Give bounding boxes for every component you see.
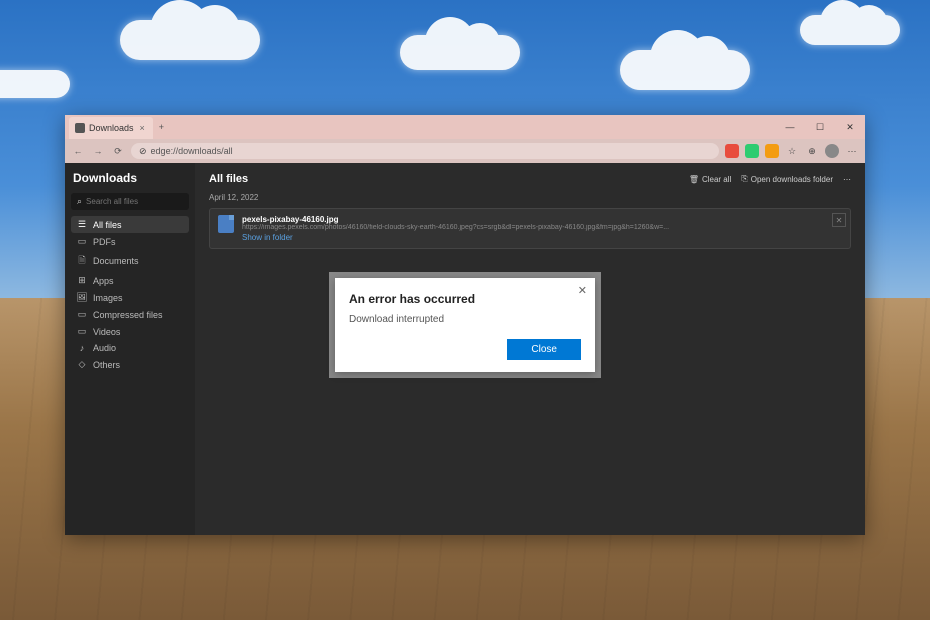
main-title: All files — [209, 173, 248, 185]
tab-title: Downloads — [89, 123, 134, 133]
menu-button[interactable]: ⋯ — [845, 144, 859, 158]
extension-icon[interactable] — [765, 144, 779, 158]
all-files-icon: ☰ — [77, 219, 87, 230]
sidebar-item-label: Others — [93, 360, 120, 370]
file-icon — [218, 215, 234, 233]
cloud-decoration — [120, 20, 260, 60]
trash-icon: 🗑 — [689, 175, 699, 184]
dialog-close-icon[interactable]: ✕ — [578, 284, 587, 297]
refresh-button[interactable]: ⟳ — [111, 144, 125, 158]
clear-all-button[interactable]: 🗑 Clear all — [689, 175, 732, 184]
cloud-decoration — [400, 35, 520, 70]
minimize-button[interactable]: — — [775, 115, 805, 139]
download-item[interactable]: pexels-pixabay-46160.jpg https://images.… — [209, 208, 851, 249]
open-folder-icon: ⎘ — [741, 174, 747, 184]
compressed-files-icon: ▭ — [77, 309, 87, 320]
sidebar-item-label: Videos — [93, 327, 120, 337]
sidebar: Downloads ⌕ ☰ All files ▭ PDFs 🗎 Documents ⊞ Ap… — [65, 163, 195, 535]
error-dialog: ✕ An error has occurred Download interru… — [335, 278, 595, 372]
dialog-body: ✕ An error has occurred Download interru… — [335, 278, 595, 372]
open-downloads-folder-button[interactable]: ⎘ Open downloads folder — [741, 174, 833, 184]
cloud-decoration — [620, 50, 750, 90]
dialog-close-button[interactable]: Close — [507, 339, 581, 360]
close-tab-icon[interactable]: × — [138, 123, 147, 133]
close-window-button[interactable]: ✕ — [835, 115, 865, 139]
collections-icon[interactable]: ⊕ — [805, 144, 819, 158]
sidebar-item-others[interactable]: ◇ Others — [71, 356, 189, 373]
sidebar-item-compressed-files[interactable]: ▭ Compressed files — [71, 306, 189, 323]
download-icon — [75, 123, 85, 133]
download-url: https://images.pexels.com/photos/46160/f… — [242, 224, 842, 231]
show-in-folder-link[interactable]: Show in folder — [242, 233, 842, 242]
cloud-decoration — [800, 15, 900, 45]
remove-download-button[interactable]: ✕ — [832, 213, 846, 227]
apps-icon: ⊞ — [77, 275, 87, 286]
search-input[interactable] — [86, 197, 196, 206]
extension-icon[interactable] — [745, 144, 759, 158]
others-icon: ◇ — [77, 359, 87, 370]
sidebar-item-all-files[interactable]: ☰ All files — [71, 216, 189, 233]
sidebar-item-audio[interactable]: ♪ Audio — [71, 340, 189, 356]
titlebar[interactable]: Downloads × + — ☐ ✕ — [65, 115, 865, 139]
site-info-icon[interactable]: ⊘ — [139, 146, 147, 157]
sidebar-item-label: Images — [93, 293, 123, 303]
audio-icon: ♪ — [77, 343, 87, 353]
url-input-box[interactable]: ⊘ — [131, 143, 719, 159]
sidebar-title: Downloads — [71, 171, 189, 185]
pdfs-icon: ▭ — [77, 236, 87, 247]
address-bar: ← → ⟳ ⊘ ☆ ⊕ ⋯ — [65, 139, 865, 163]
extension-icon[interactable] — [725, 144, 739, 158]
documents-icon: 🗎 — [77, 253, 87, 269]
maximize-button[interactable]: ☐ — [805, 115, 835, 139]
sidebar-item-apps[interactable]: ⊞ Apps — [71, 272, 189, 289]
sidebar-item-label: All files — [93, 220, 122, 230]
favorites-icon[interactable]: ☆ — [785, 144, 799, 158]
new-tab-button[interactable]: + — [153, 115, 170, 139]
sidebar-item-videos[interactable]: ▭ Videos — [71, 323, 189, 340]
cloud-decoration — [0, 70, 70, 98]
dialog-title: An error has occurred — [349, 292, 581, 306]
sidebar-item-pdfs[interactable]: ▭ PDFs — [71, 233, 189, 250]
sidebar-item-label: Audio — [93, 343, 116, 353]
browser-tab[interactable]: Downloads × — [69, 117, 153, 139]
dialog-message: Download interrupted — [349, 314, 581, 325]
sidebar-item-label: Documents — [93, 256, 139, 266]
forward-button[interactable]: → — [91, 144, 105, 158]
images-icon: 🖼 — [77, 292, 87, 303]
download-filename: pexels-pixabay-46160.jpg — [242, 215, 842, 224]
more-options-button[interactable]: ⋯ — [843, 175, 851, 184]
browser-window: Downloads × + — ☐ ✕ ← → ⟳ ⊘ ☆ ⊕ ⋯ Downlo… — [65, 115, 865, 535]
sidebar-item-documents[interactable]: 🗎 Documents — [71, 250, 189, 272]
date-header: April 12, 2022 — [209, 193, 851, 202]
back-button[interactable]: ← — [71, 144, 85, 158]
sidebar-search[interactable]: ⌕ — [71, 193, 189, 210]
sidebar-item-label: PDFs — [93, 237, 116, 247]
url-input[interactable] — [151, 146, 711, 156]
profile-avatar[interactable] — [825, 144, 839, 158]
sidebar-item-images[interactable]: 🖼 Images — [71, 289, 189, 306]
sidebar-item-label: Compressed files — [93, 310, 163, 320]
sidebar-item-label: Apps — [93, 276, 114, 286]
search-icon: ⌕ — [77, 196, 82, 207]
videos-icon: ▭ — [77, 326, 87, 337]
